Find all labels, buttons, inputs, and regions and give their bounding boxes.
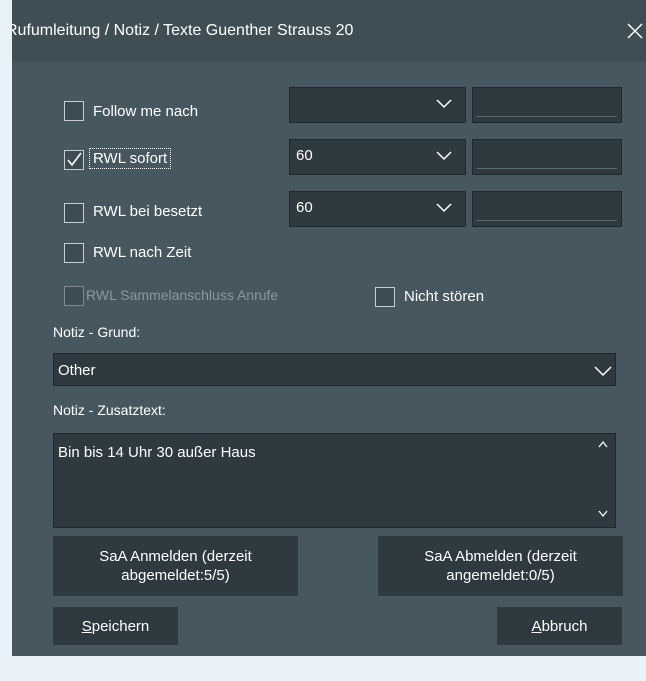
follow-me-checkbox[interactable] bbox=[64, 101, 84, 121]
nicht-stoeren-label: Nicht stören bbox=[404, 288, 485, 305]
rwl-sofort-select[interactable]: 60 bbox=[289, 139, 466, 175]
follow-me-select[interactable] bbox=[289, 87, 466, 123]
textarea-scrollbar[interactable] bbox=[591, 434, 615, 527]
rwl-besetzt-label: RWL bei besetzt bbox=[93, 203, 203, 220]
saa-anmelden-line1: SaA Anmelden (derzeit bbox=[99, 548, 252, 565]
rwl-besetzt-select[interactable]: 60 bbox=[289, 191, 466, 227]
saa-abmelden-button[interactable]: SaA Abmelden (derzeit angemeldet:0/5) bbox=[378, 536, 623, 596]
window-title: Rufumleitung / Notiz / Texte Guenther St… bbox=[6, 22, 354, 39]
saa-anmelden-button[interactable]: SaA Anmelden (derzeit abgemeldet:5/5) bbox=[53, 536, 298, 596]
follow-me-label: Follow me nach bbox=[93, 103, 199, 120]
rwl-besetzt-target-field[interactable] bbox=[472, 191, 622, 227]
rwl-besetzt-checkbox[interactable] bbox=[64, 203, 84, 223]
dialog-window: Rufumleitung / Notiz / Texte Guenther St… bbox=[0, 0, 646, 681]
rwl-zeit-checkbox[interactable] bbox=[64, 243, 84, 263]
abbruch-label: bbruch bbox=[541, 617, 588, 635]
abbruch-mnemonic: A bbox=[531, 617, 542, 635]
chevron-up-icon[interactable] bbox=[597, 438, 609, 452]
saa-abmelden-line1: SaA Abmelden (derzeit bbox=[424, 548, 577, 565]
notiz-zusatz-textarea[interactable]: Bin bis 14 Uhr 30 außer Haus bbox=[53, 433, 616, 528]
background-strip-left bbox=[0, 0, 12, 681]
rwl-sofort-select-value: 60 bbox=[296, 147, 313, 164]
rwl-sammel-label: RWL Sammelanschluss Anrufe bbox=[86, 287, 279, 303]
close-icon bbox=[627, 23, 643, 39]
chevron-down-icon bbox=[594, 366, 612, 377]
notiz-grund-value: Other bbox=[58, 362, 96, 379]
rwl-sofort-target-field[interactable] bbox=[472, 139, 622, 175]
speichern-mnemonic: S bbox=[81, 617, 92, 635]
notiz-zusatz-text: Bin bis 14 Uhr 30 außer Haus bbox=[58, 444, 256, 461]
chevron-down-icon bbox=[436, 203, 452, 213]
close-button[interactable] bbox=[618, 16, 646, 46]
checkmark-icon bbox=[67, 152, 82, 167]
saa-anmelden-line2: abgemeldet:5/5) bbox=[121, 567, 230, 584]
rwl-sofort-checkbox[interactable] bbox=[64, 150, 84, 170]
notiz-grund-select[interactable]: Other bbox=[53, 353, 616, 386]
notiz-zusatz-label: Notiz - Zusatztext: bbox=[53, 402, 166, 418]
notiz-grund-label: Notiz - Grund: bbox=[53, 324, 141, 340]
speichern-button[interactable]: Speichern bbox=[53, 607, 178, 645]
rwl-zeit-label: RWL nach Zeit bbox=[93, 244, 192, 261]
chevron-down-icon bbox=[436, 99, 452, 109]
nicht-stoeren-checkbox[interactable] bbox=[375, 287, 395, 307]
title-bar: Rufumleitung / Notiz / Texte Guenther St… bbox=[0, 0, 646, 62]
saa-abmelden-line2: angemeldet:0/5) bbox=[446, 567, 555, 584]
speichern-label: peichern bbox=[91, 617, 150, 635]
rwl-sammel-checkbox bbox=[64, 286, 84, 306]
abbruch-button[interactable]: Abbruch bbox=[497, 607, 622, 645]
chevron-down-icon[interactable] bbox=[597, 506, 609, 520]
chevron-down-icon bbox=[436, 151, 452, 161]
rwl-sofort-label: RWL sofort bbox=[88, 148, 172, 169]
follow-me-target-field[interactable] bbox=[472, 87, 622, 123]
background-strip-bottom bbox=[0, 656, 646, 681]
rwl-besetzt-select-value: 60 bbox=[296, 199, 313, 216]
